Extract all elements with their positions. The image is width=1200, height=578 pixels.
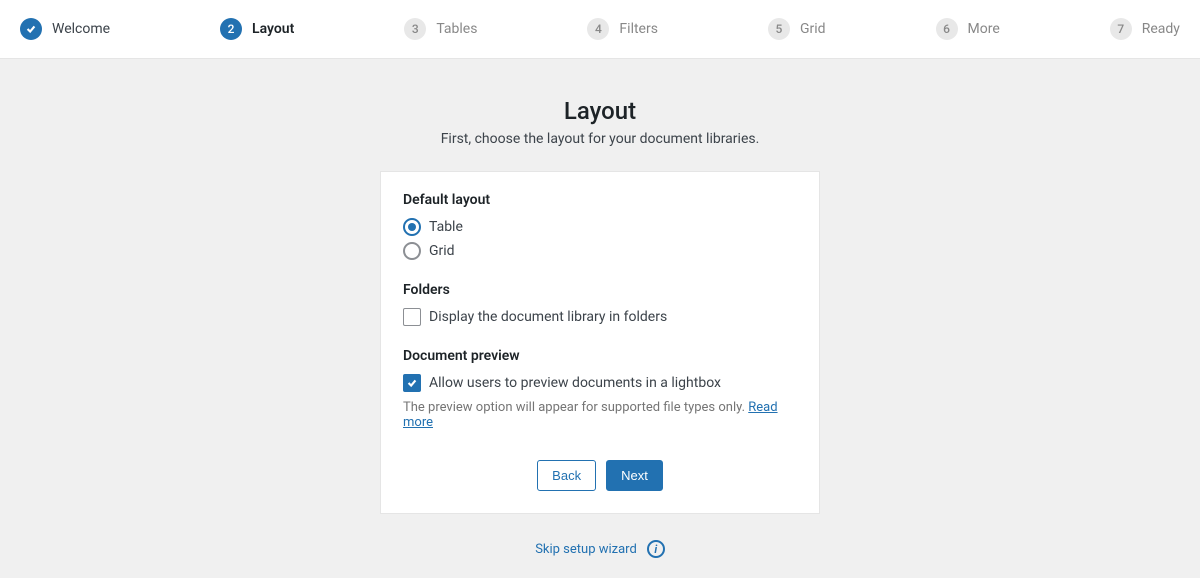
step-label: Grid xyxy=(800,21,826,37)
checkbox-preview[interactable]: Allow users to preview documents in a li… xyxy=(403,374,797,392)
next-button[interactable]: Next xyxy=(606,460,663,491)
settings-card: Default layout Table Grid Folders Displa… xyxy=(380,171,820,514)
radio-grid[interactable]: Grid xyxy=(403,242,797,260)
checkbox-label: Allow users to preview documents in a li… xyxy=(429,375,721,391)
radio-label: Table xyxy=(429,219,463,235)
step-number: 3 xyxy=(404,18,426,40)
radio-label: Grid xyxy=(429,243,455,259)
section-default-layout: Default layout Table Grid xyxy=(403,192,797,260)
step-number: 6 xyxy=(936,18,958,40)
radio-icon xyxy=(403,218,421,236)
step-label: Layout xyxy=(252,21,294,37)
step-welcome[interactable]: Welcome xyxy=(20,18,110,40)
step-ready[interactable]: 7 Ready xyxy=(1110,18,1180,40)
step-label: More xyxy=(968,21,1000,37)
preview-hint: The preview option will appear for suppo… xyxy=(403,400,797,430)
step-number: 7 xyxy=(1110,18,1132,40)
step-grid[interactable]: 5 Grid xyxy=(768,18,826,40)
step-label: Tables xyxy=(436,21,477,37)
hint-text: The preview option will appear for suppo… xyxy=(403,400,748,415)
step-more[interactable]: 6 More xyxy=(936,18,1000,40)
section-title: Folders xyxy=(403,282,797,298)
section-preview: Document preview Allow users to preview … xyxy=(403,348,797,430)
checkbox-folders[interactable]: Display the document library in folders xyxy=(403,308,797,326)
setup-stepper: Welcome 2 Layout 3 Tables 4 Filters 5 Gr… xyxy=(0,0,1200,59)
card-actions: Back Next xyxy=(403,460,797,491)
step-label: Ready xyxy=(1142,21,1180,37)
checkbox-icon xyxy=(403,308,421,326)
check-icon xyxy=(20,18,42,40)
wizard-content: Layout First, choose the layout for your… xyxy=(0,59,1200,578)
footer: Skip setup wizard i xyxy=(0,540,1200,578)
info-icon[interactable]: i xyxy=(647,540,665,558)
step-number: 5 xyxy=(768,18,790,40)
step-number: 2 xyxy=(220,18,242,40)
section-title: Default layout xyxy=(403,192,797,208)
step-number: 4 xyxy=(587,18,609,40)
page-title: Layout xyxy=(0,97,1200,125)
radio-table[interactable]: Table xyxy=(403,218,797,236)
radio-icon xyxy=(403,242,421,260)
step-label: Welcome xyxy=(52,21,110,37)
page-subtitle: First, choose the layout for your docume… xyxy=(0,131,1200,147)
step-layout[interactable]: 2 Layout xyxy=(220,18,294,40)
step-tables[interactable]: 3 Tables xyxy=(404,18,477,40)
checkbox-icon xyxy=(403,374,421,392)
step-label: Filters xyxy=(619,21,658,37)
checkbox-label: Display the document library in folders xyxy=(429,309,667,325)
section-title: Document preview xyxy=(403,348,797,364)
back-button[interactable]: Back xyxy=(537,460,596,491)
step-filters[interactable]: 4 Filters xyxy=(587,18,658,40)
skip-wizard-link[interactable]: Skip setup wizard xyxy=(535,542,637,557)
section-folders: Folders Display the document library in … xyxy=(403,282,797,326)
